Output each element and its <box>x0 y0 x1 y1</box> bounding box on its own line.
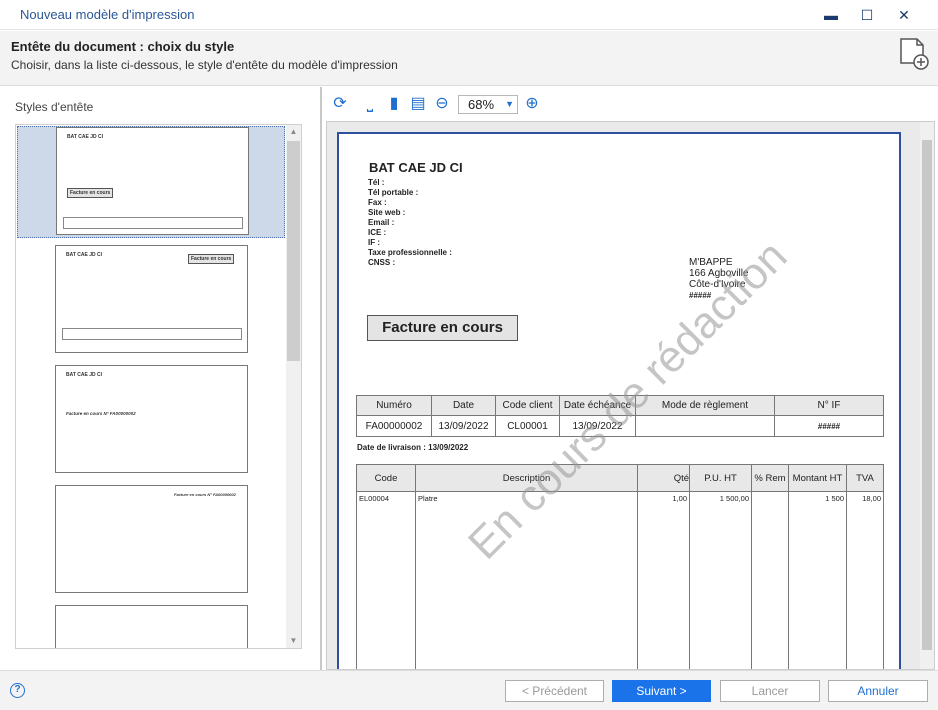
doc-company: BAT CAE JD CI <box>369 160 463 175</box>
thumb-table <box>62 328 242 340</box>
page-icon[interactable]: ▮ <box>384 94 404 114</box>
style-item-3[interactable]: BAT CAE JD CI Facture en cours N° FA0000… <box>17 365 285 477</box>
preview-scrollbar[interactable] <box>920 122 934 669</box>
field-email: Email : <box>368 218 395 227</box>
style-thumbnail: BAT CAE JD CI Facture en cours <box>56 127 249 235</box>
chevron-down-icon: ▼ <box>505 99 514 109</box>
td: 1 500 <box>788 491 847 669</box>
step-subtitle: Choisir, dans la liste ci-dessous, le st… <box>11 58 398 72</box>
style-thumbnail <box>55 605 248 648</box>
preview-toolbar: ⟳ ⎵ ▮ ▤ ⊖ 68% ▼ ⊕ <box>326 91 926 119</box>
thumb-status: Facture en cours N° FA00000002 <box>174 492 236 497</box>
field-mobile: Tél portable : <box>368 188 419 197</box>
style-thumbnail: BAT CAE JD CI Facture en cours N° FA0000… <box>55 365 248 473</box>
th: N° IF <box>774 395 884 416</box>
styles-label: Styles d'entête <box>15 100 94 114</box>
td: 13/09/2022 <box>431 415 496 437</box>
scroll-down-icon[interactable]: ▼ <box>286 634 301 648</box>
td: 18,00 <box>846 491 884 669</box>
th: Montant HT <box>788 464 847 492</box>
preview-page: BAT CAE JD CI Tél : Tél portable : Fax :… <box>337 132 901 669</box>
window-title: Nouveau modèle d'impression <box>20 7 195 22</box>
td: ##### <box>774 415 884 437</box>
thumb-status: Facture en cours <box>188 254 235 264</box>
pane-splitter[interactable] <box>320 87 322 670</box>
maximize-button[interactable]: ☐ <box>856 5 878 25</box>
td <box>751 491 789 669</box>
field-if: IF : <box>368 238 380 247</box>
style-thumbnail: BAT CAE JD CI Facture en cours <box>55 245 248 353</box>
field-site: Site web : <box>368 208 406 217</box>
status-box: Facture en cours <box>367 315 518 341</box>
print-preview: BAT CAE JD CI Tél : Tél portable : Fax :… <box>326 121 935 670</box>
td: EL00004 <box>356 491 416 669</box>
style-thumbnail: Facture en cours N° FA00000002 <box>55 485 248 593</box>
th: Code client <box>495 395 560 416</box>
help-icon[interactable]: ? <box>10 683 25 698</box>
scroll-thumb[interactable] <box>922 140 932 650</box>
new-document-icon <box>900 38 929 70</box>
launch-button[interactable]: Lancer <box>720 680 820 702</box>
th: Qté <box>637 464 690 492</box>
th: Numéro <box>356 395 432 416</box>
styles-scrollbar[interactable]: ▲ ▼ <box>286 125 301 648</box>
td: FA00000002 <box>356 415 432 437</box>
zoom-value: 68% <box>468 97 495 112</box>
style-item-1[interactable]: BAT CAE JD CI Facture en cours <box>17 126 285 238</box>
field-ice: ICE : <box>368 228 387 237</box>
td <box>635 415 775 437</box>
wizard-footer: ? < Précédent Suivant > Lancer Annuler <box>0 670 938 710</box>
field-tel: Tél : <box>368 178 385 187</box>
thumb-company: BAT CAE JD CI <box>66 252 103 258</box>
close-button[interactable]: ✕ <box>893 5 915 25</box>
field-cnss: CNSS : <box>368 258 396 267</box>
scroll-thumb[interactable] <box>287 141 300 361</box>
delivery-date: Date de livraison : 13/09/2022 <box>357 443 469 452</box>
doc-fields: Tél : Tél portable : Fax : Site web : Em… <box>368 178 452 268</box>
zoom-select[interactable]: 68% ▼ <box>458 95 518 114</box>
wizard-header: Entête du document : choix du style Choi… <box>0 31 938 86</box>
thumb-table <box>63 217 243 229</box>
zoom-in-icon[interactable]: ⊕ <box>522 94 542 114</box>
styles-pane: Styles d'entête BAT CAE JD CI Facture en… <box>0 87 312 670</box>
previous-button[interactable]: < Précédent <box>505 680 604 702</box>
th: % Rem <box>751 464 789 492</box>
thumb-status: Facture en cours <box>67 188 114 198</box>
field-taxe: Taxe professionnelle : <box>368 248 452 257</box>
th: Code <box>356 464 416 492</box>
style-item-5[interactable] <box>17 605 285 648</box>
thumb-status: Facture en cours N° FA00000002 <box>66 411 136 416</box>
title-bar: Nouveau modèle d'impression ▬ ☐ ✕ <box>0 0 938 30</box>
next-button[interactable]: Suivant > <box>612 680 711 702</box>
th: Date <box>431 395 496 416</box>
th: P.U. HT <box>689 464 752 492</box>
step-title: Entête du document : choix du style <box>11 39 235 54</box>
td: CL00001 <box>495 415 560 437</box>
page-width-icon[interactable]: ⎵ <box>360 94 380 114</box>
cancel-button[interactable]: Annuler <box>828 680 928 702</box>
td: 1,00 <box>637 491 690 669</box>
th: TVA <box>846 464 884 492</box>
style-item-2[interactable]: BAT CAE JD CI Facture en cours <box>17 245 285 357</box>
minimize-button[interactable]: ▬ <box>820 5 842 25</box>
refresh-icon[interactable]: ⟳ <box>330 94 350 114</box>
thumb-company: BAT CAE JD CI <box>66 372 103 378</box>
multi-page-icon[interactable]: ▤ <box>408 94 428 114</box>
style-item-4[interactable]: Facture en cours N° FA00000002 <box>17 485 285 597</box>
zoom-out-icon[interactable]: ⊖ <box>432 94 452 114</box>
scroll-up-icon[interactable]: ▲ <box>286 125 301 139</box>
items-table: Code Description Qté P.U. HT % Rem Monta… <box>356 464 884 669</box>
field-fax: Fax : <box>368 198 387 207</box>
td: 1 500,00 <box>689 491 752 669</box>
styles-list[interactable]: BAT CAE JD CI Facture en cours BAT CAE J… <box>15 124 302 649</box>
thumb-company: BAT CAE JD CI <box>67 134 104 140</box>
